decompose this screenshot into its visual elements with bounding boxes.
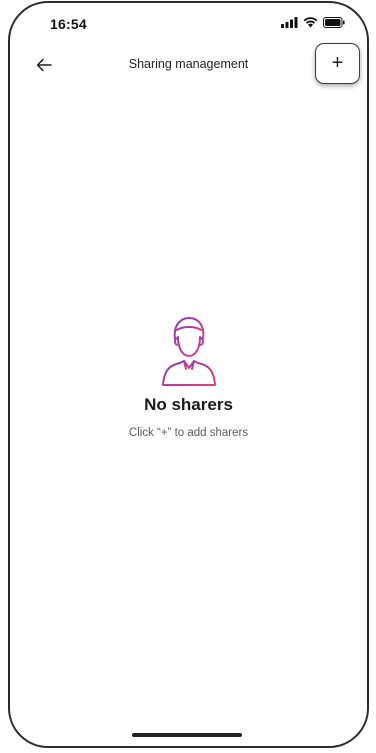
- empty-state-hint: Click “+” to add sharers: [128, 427, 249, 439]
- battery-icon: [323, 17, 345, 28]
- add-sharer-button[interactable]: +: [315, 43, 360, 84]
- navigation-bar: Sharing management +: [10, 43, 367, 84]
- signal-icon: [281, 17, 298, 28]
- empty-state: No sharers Click “+” to add sharers: [10, 313, 367, 439]
- status-bar: 16:54: [10, 3, 367, 37]
- status-icons: [281, 17, 345, 28]
- home-indicator[interactable]: [132, 733, 242, 737]
- page-title: Sharing management: [128, 57, 249, 71]
- screen-canvas: 16:54 Sharing management + No sharers Cl…: [0, 0, 376, 753]
- status-time: 16:54: [50, 16, 87, 32]
- person-icon: [161, 317, 216, 386]
- empty-state-title: No sharers: [144, 395, 233, 414]
- phone-frame: 16:54 Sharing management + No sharers Cl…: [8, 1, 369, 748]
- plus-icon: +: [331, 52, 344, 74]
- wifi-icon: [303, 17, 318, 28]
